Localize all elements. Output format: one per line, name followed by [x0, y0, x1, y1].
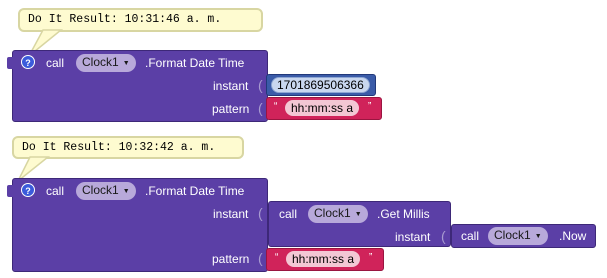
get-millis-component-label: Clock1 [314, 206, 351, 220]
now-call-label: call [461, 229, 480, 243]
get-millis-call-label: call [279, 207, 298, 221]
dropdown-arrow-icon: ▼ [122, 60, 130, 67]
instant-number-field[interactable]: 1701869506366 [271, 77, 370, 93]
block-left-notch-1 [7, 57, 13, 69]
instant-label: instant [213, 207, 249, 221]
pattern-label: pattern [212, 102, 250, 116]
do-it-result-bubble-1: Do It Result: 10:31:46 a. m. [18, 8, 263, 32]
component-dropdown-label: Clock1 [82, 183, 119, 197]
dropdown-arrow-icon: ▼ [122, 188, 130, 195]
pattern-text-value: hh:mm:ss a [291, 101, 354, 115]
component-dropdown[interactable]: Clock1 ▼ [76, 182, 136, 200]
get-millis-method-label: .Get Millis [377, 207, 430, 221]
pattern-text-value: hh:mm:ss a [292, 252, 355, 266]
pattern-socket-icon: ( [258, 100, 263, 116]
call-label: call [46, 184, 65, 198]
now-component-label: Clock1 [494, 228, 531, 242]
quote-open-icon: “ [274, 101, 278, 112]
pattern-text-field[interactable]: hh:mm:ss a [285, 100, 360, 116]
method-label: .Format Date Time [145, 56, 245, 70]
now-instant-label: instant [395, 230, 431, 244]
component-dropdown-label: Clock1 [82, 55, 119, 69]
dropdown-arrow-icon: ▼ [534, 233, 542, 240]
now-socket-icon: ( [441, 228, 446, 244]
block-left-notch-2 [7, 185, 13, 197]
component-dropdown[interactable]: Clock1 ▼ [76, 54, 136, 72]
help-icon[interactable]: ? [21, 183, 35, 197]
call-label: call [46, 56, 65, 70]
dropdown-arrow-icon: ▼ [354, 211, 362, 218]
instant-socket-icon: ( [258, 205, 263, 221]
do-it-result-text-2: Do It Result: 10:32:42 a. m. [22, 141, 216, 154]
pattern-label: pattern [212, 252, 250, 266]
now-component-dropdown[interactable]: Clock1 ▼ [488, 227, 548, 245]
instant-socket-icon: ( [258, 77, 263, 93]
now-method-label: .Now [559, 229, 587, 243]
do-it-result-bubble-2: Do It Result: 10:32:42 a. m. [12, 136, 244, 159]
instant-number-value: 1701869506366 [277, 78, 364, 92]
pattern-text-field[interactable]: hh:mm:ss a [286, 251, 361, 267]
quote-open-icon: “ [275, 252, 279, 263]
help-icon[interactable]: ? [21, 55, 35, 69]
do-it-result-text-1: Do It Result: 10:31:46 a. m. [28, 13, 222, 26]
get-millis-component-dropdown[interactable]: Clock1 ▼ [308, 205, 368, 223]
instant-label: instant [213, 79, 249, 93]
method-label: .Format Date Time [145, 184, 245, 198]
quote-close-icon: ” [369, 252, 373, 263]
pattern-socket-icon: ( [258, 250, 263, 266]
quote-close-icon: ” [368, 101, 372, 112]
